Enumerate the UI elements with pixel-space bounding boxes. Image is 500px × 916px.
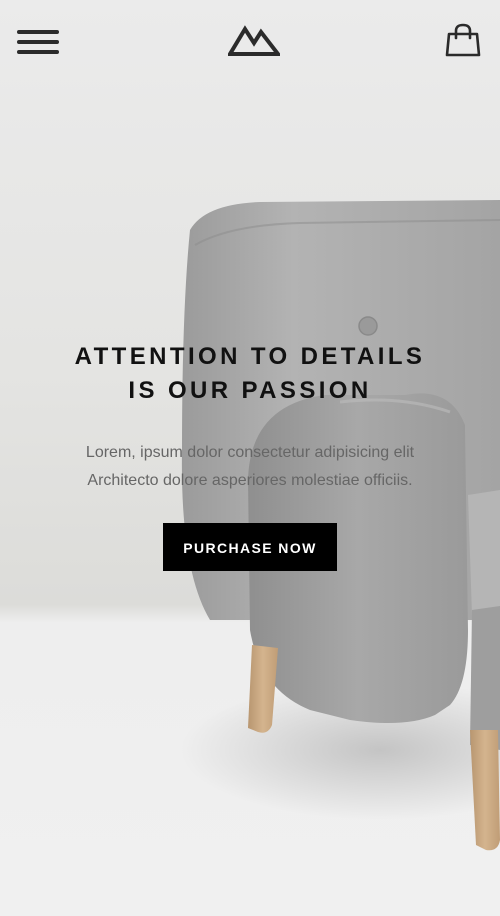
- hero-description: Lorem, ipsum dolor consectetur adipisici…: [0, 439, 500, 495]
- purchase-now-button[interactable]: PURCHASE NOW: [163, 523, 337, 571]
- mountain-logo-icon[interactable]: [228, 23, 280, 57]
- hamburger-menu-icon[interactable]: [17, 27, 59, 57]
- landing-page: ATTENTION TO DETAILS IS OUR PASSION Lore…: [0, 0, 500, 916]
- hero-title-line-1: ATTENTION TO DETAILS: [74, 343, 426, 370]
- hero-section: ATTENTION TO DETAILS IS OUR PASSION Lore…: [0, 340, 500, 571]
- hero-title: ATTENTION TO DETAILS IS OUR PASSION: [0, 340, 500, 408]
- hero-description-line-2: Architecto dolore asperiores molestiae o…: [87, 472, 413, 489]
- shopping-bag-icon[interactable]: [445, 22, 481, 58]
- hero-title-line-2: IS OUR PASSION: [128, 377, 372, 404]
- top-navigation: [0, 0, 500, 86]
- hero-description-line-1: Lorem, ipsum dolor consectetur adipisici…: [85, 444, 415, 461]
